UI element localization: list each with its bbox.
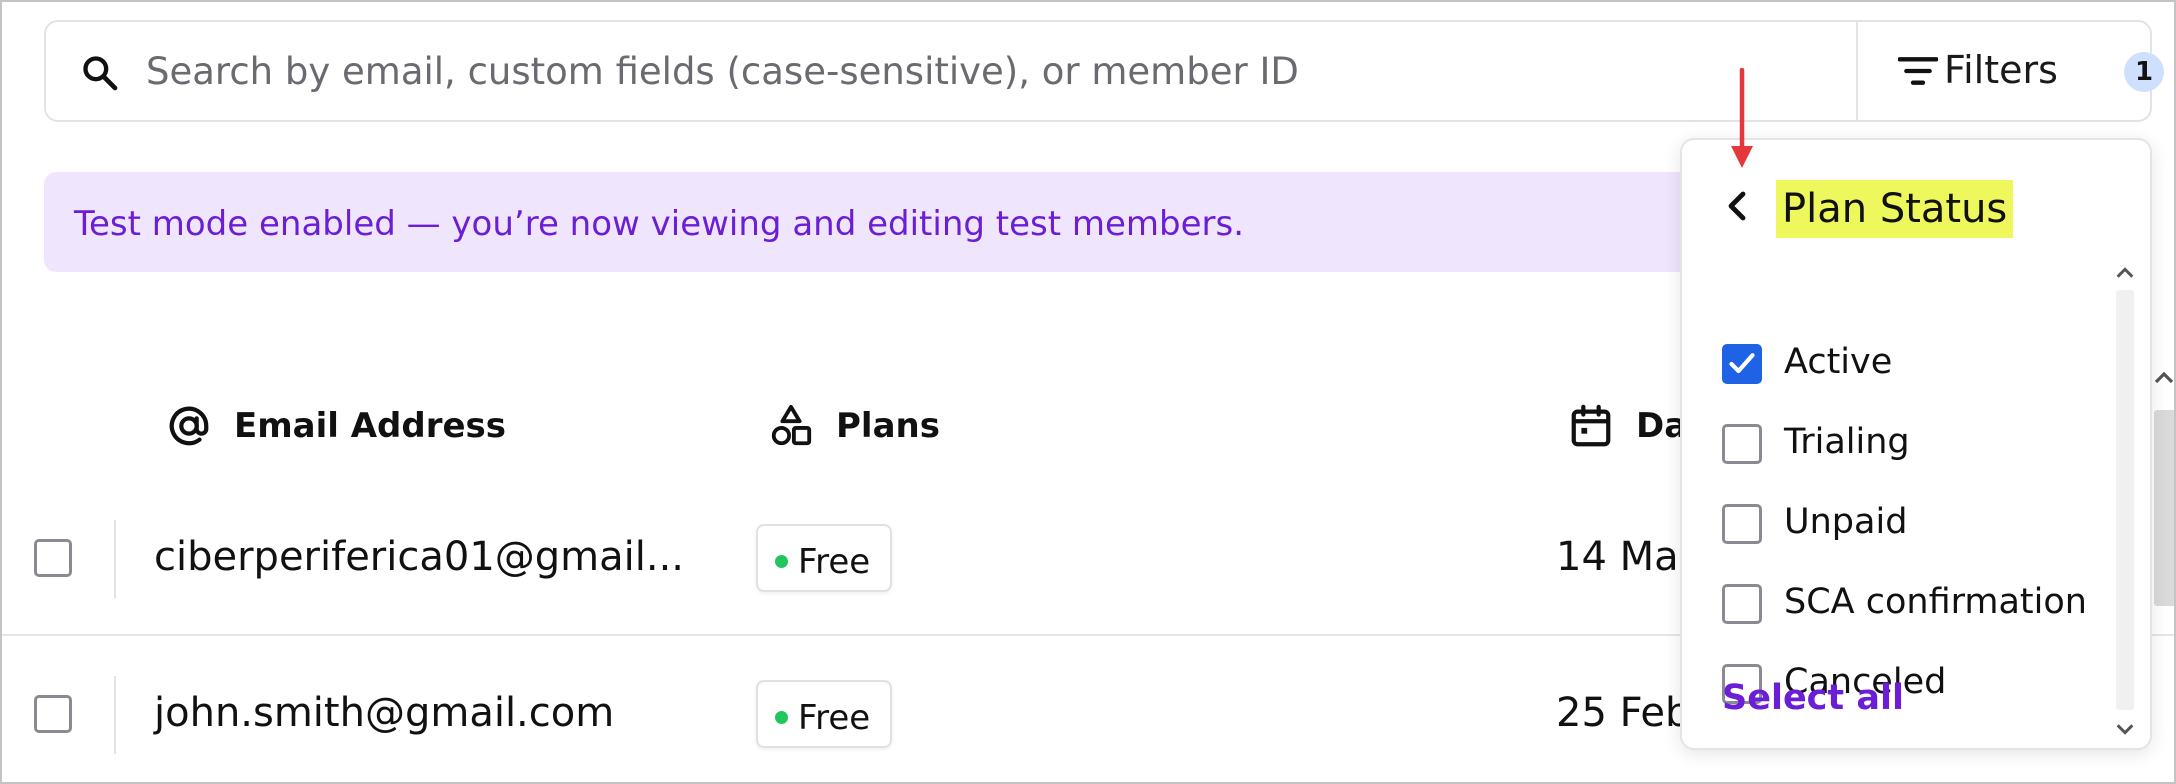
row-checkbox[interactable]	[34, 539, 72, 577]
option-label: SCA confirmation	[1784, 582, 2087, 622]
checkmark-icon	[1729, 353, 1755, 374]
search-input[interactable]	[146, 36, 1886, 106]
plan-badge-label: Free	[798, 698, 871, 738]
row-email[interactable]: ciberperiferica01@gmail...	[154, 534, 684, 580]
chevron-left-icon[interactable]	[1724, 190, 1750, 222]
filter-icon	[1898, 57, 1938, 85]
row-checkbox[interactable]	[34, 695, 72, 733]
column-header-email-label: Email Address	[234, 406, 507, 446]
column-header-plans[interactable]: Plans	[768, 398, 940, 454]
plan-status-dot	[775, 555, 788, 568]
page-scroll-up-icon[interactable]	[2152, 366, 2176, 390]
row-date: 25 Feb	[1556, 690, 1691, 736]
at-sign-icon	[169, 406, 209, 446]
search-icon	[83, 56, 118, 91]
shapes-icon	[771, 404, 812, 446]
option-checkbox[interactable]	[1722, 424, 1762, 464]
plan-badge: Free	[756, 524, 892, 592]
column-header-plans-label: Plans	[836, 406, 940, 446]
plan-badge-label: Free	[798, 542, 871, 582]
option-label: Unpaid	[1784, 502, 1908, 542]
members-page: Filters 1 Test mode enabled — you’re now…	[0, 0, 2176, 784]
test-mode-banner-text: Test mode enabled — you’re now viewing a…	[74, 204, 1245, 244]
row-divider	[114, 520, 116, 598]
calendar-icon	[1571, 404, 1611, 447]
row-date: 14 Mar	[1556, 534, 1696, 580]
column-header-date[interactable]: Da	[1568, 398, 1687, 454]
plan-badge: Free	[756, 680, 892, 748]
plan-status-dot	[775, 711, 788, 724]
page-scrollbar-thumb[interactable]	[2154, 410, 2174, 606]
row-email[interactable]: john.smith@gmail.com	[154, 690, 614, 736]
option-checkbox[interactable]	[1722, 504, 1762, 544]
column-header-email[interactable]: Email Address	[166, 398, 506, 454]
dropdown-scroll-down-icon[interactable]	[2114, 718, 2136, 740]
annotation-arrow-icon	[1731, 68, 1753, 168]
option-checkbox[interactable]	[1722, 584, 1762, 624]
filters-button[interactable]: Filters 1	[1856, 22, 2164, 120]
option-label: Trialing	[1784, 422, 1910, 462]
filters-label: Filters	[1944, 48, 2058, 92]
filters-count-badge: 1	[2124, 52, 2164, 92]
row-divider	[114, 676, 116, 754]
search-bar: Filters 1	[44, 20, 2164, 122]
dropdown-title: Plan Status	[1776, 180, 2014, 238]
select-all-link[interactable]: Select all	[1722, 678, 1904, 718]
plan-status-dropdown: Plan Status Active Trialing Unpaid SCA c…	[1680, 138, 2152, 750]
test-mode-banner: Test mode enabled — you’re now viewing a…	[44, 172, 1744, 272]
dropdown-scroll-up-icon[interactable]	[2114, 262, 2136, 284]
dropdown-scrollbar-track[interactable]	[2116, 290, 2134, 710]
option-label: Active	[1784, 342, 1893, 382]
option-checkbox[interactable]	[1722, 344, 1762, 384]
